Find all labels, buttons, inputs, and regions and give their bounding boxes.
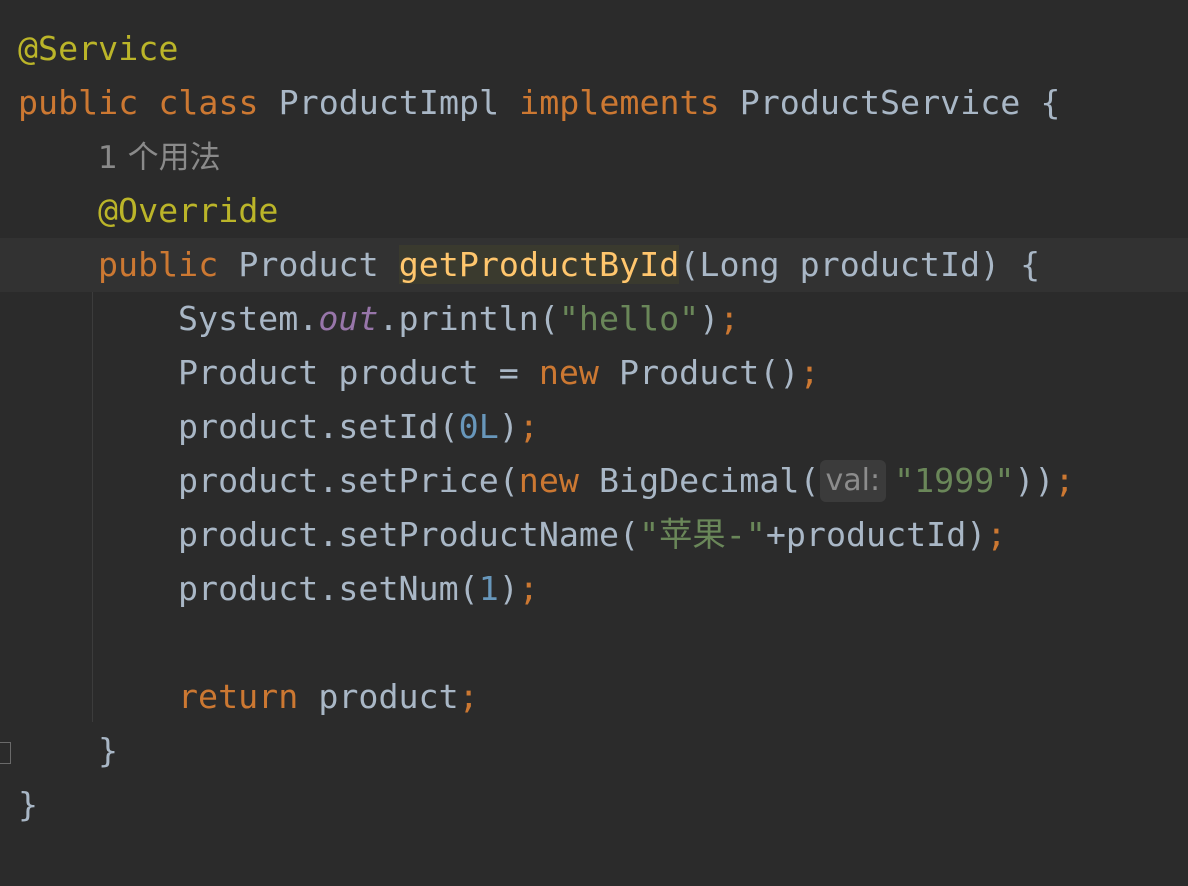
- system-ref: System.: [178, 299, 319, 338]
- code-line-6: System.out.println("hello");: [0, 292, 1188, 346]
- declaration: Product product =: [178, 353, 539, 392]
- code-line-8: product.setId(0L);: [0, 400, 1188, 454]
- setnum-call: product.setNum(: [178, 569, 479, 608]
- override-annotation: @Override: [98, 191, 279, 230]
- setid-call: product.setId(: [178, 407, 459, 446]
- method-close-brace: }: [98, 731, 119, 770]
- semicolon: ;: [986, 515, 1007, 554]
- semicolon: ;: [719, 299, 740, 338]
- semicolon: ;: [518, 407, 539, 446]
- class-close-brace: }: [18, 785, 39, 824]
- number-literal: 1: [478, 569, 499, 608]
- string-literal: "苹果-": [639, 515, 766, 554]
- semicolon: ;: [1054, 461, 1075, 500]
- code-line-4: @Override: [0, 184, 1188, 238]
- method-params: (Long productId) {: [679, 245, 1041, 284]
- paren-close: ): [498, 569, 519, 608]
- string-literal: "1999": [894, 461, 1015, 500]
- code-line-14: }: [0, 724, 1188, 778]
- code-line-9: product.setPrice(new BigDecimal(val: "199…: [0, 454, 1188, 508]
- keyword-return: return: [178, 677, 299, 716]
- paren-close: )): [1014, 461, 1055, 500]
- code-line-15: }: [0, 778, 1188, 832]
- method-name[interactable]: getProductById: [398, 245, 680, 284]
- keyword-class: class: [158, 83, 259, 122]
- brace-open: {: [1040, 83, 1061, 122]
- keyword-implements: implements: [519, 83, 720, 122]
- keyword-public: public: [18, 83, 139, 122]
- code-line-7: Product product = new Product();: [0, 346, 1188, 400]
- semicolon: ;: [799, 353, 820, 392]
- code-line-1: @Service: [0, 22, 1188, 76]
- service-annotation: @Service: [18, 29, 179, 68]
- code-line-13: return product;: [0, 670, 1188, 724]
- concat-expression: +productId): [765, 515, 987, 554]
- class-name[interactable]: ProductImpl: [279, 83, 500, 122]
- semicolon: ;: [518, 569, 539, 608]
- return-value: product: [298, 677, 459, 716]
- out-field: out: [318, 299, 379, 338]
- constructor-call: Product(): [598, 353, 800, 392]
- code-line-5: public Product getProductById(Long produ…: [0, 238, 1188, 292]
- usage-count-hint[interactable]: 1 个用法: [98, 140, 221, 176]
- parameter-name-hint: val:: [819, 460, 887, 502]
- number-literal: 0L: [458, 407, 499, 446]
- return-type[interactable]: Product: [238, 245, 378, 284]
- code-editor[interactable]: @Service public class ProductImpl implem…: [0, 0, 1188, 886]
- code-line-2: public class ProductImpl implements Prod…: [0, 76, 1188, 130]
- code-line-11: product.setNum(1);: [0, 562, 1188, 616]
- string-literal: "hello": [558, 299, 700, 338]
- semicolon: ;: [458, 677, 479, 716]
- println-call: .println(: [378, 299, 559, 338]
- setprice-call: product.setPrice(: [178, 461, 519, 500]
- interface-name[interactable]: ProductService: [740, 83, 1021, 122]
- bigdecimal-ctor: BigDecimal(: [578, 461, 820, 500]
- paren-close: ): [699, 299, 720, 338]
- code-line-10: product.setProductName("苹果-"+productId);: [0, 508, 1188, 562]
- paren-close: ): [498, 407, 519, 446]
- keyword-public: public: [98, 245, 219, 284]
- setproductname-call: product.setProductName(: [178, 515, 640, 554]
- keyword-new: new: [538, 353, 599, 392]
- code-line-3: 1 个用法: [0, 130, 1188, 184]
- keyword-new: new: [518, 461, 579, 500]
